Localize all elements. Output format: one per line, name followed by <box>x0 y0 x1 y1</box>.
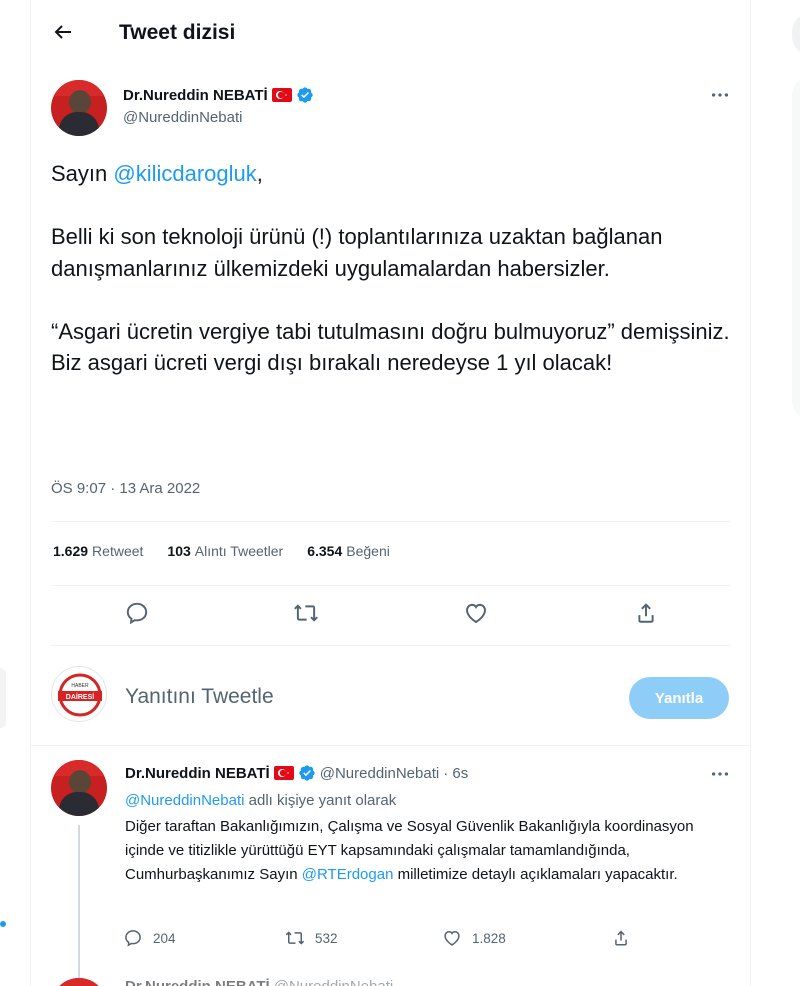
back-arrow-icon[interactable] <box>51 20 75 44</box>
like-stat[interactable]: 6.354 Beğeni <box>307 543 390 559</box>
tweet-paragraph-3: “Asgari ücretin vergiye tabi tutulmasını… <box>51 318 730 376</box>
reply-icon <box>125 930 141 947</box>
more-options-icon[interactable] <box>709 84 731 106</box>
reply-avatar[interactable] <box>51 760 107 816</box>
thread-connector <box>78 825 80 980</box>
replying-to: @NureddinNebati adlı kişiye yanıt olarak <box>125 792 397 809</box>
quote-stat[interactable]: 103 Alıntı Tweetler <box>167 543 283 559</box>
turkey-flag-icon <box>273 766 294 780</box>
reply-composer: HABER DAİRESİ Yanıtını Tweetle Yanıtla <box>31 660 750 740</box>
tweet-paragraph-1: Sayın @kilicdarogluk, <box>51 161 263 186</box>
svg-text:DAİRESİ: DAİRESİ <box>66 693 94 701</box>
reply-count: 204 <box>153 930 176 946</box>
reply-time[interactable]: · 6s <box>443 765 468 782</box>
tweet-paragraph-2: Belli ki son teknoloji ürünü (!) toplant… <box>51 224 663 281</box>
tweet-timestamp[interactable]: ÖS 9:07 · 13 Ara 2022 <box>51 480 200 497</box>
next-author-name[interactable]: Dr.Nureddin NEBATİ <box>125 978 270 986</box>
retweet-icon <box>285 931 305 945</box>
user-avatar[interactable]: HABER DAİRESİ <box>51 666 107 722</box>
more-options-icon[interactable] <box>709 763 731 785</box>
author-handle[interactable]: @NureddinNebati <box>123 109 242 126</box>
retweet-stat[interactable]: 1.629 Retweet <box>53 543 143 559</box>
tweet-actions <box>31 600 750 630</box>
like-icon[interactable] <box>463 600 489 626</box>
mention-link[interactable]: @kilicdarogluk <box>113 161 256 186</box>
retweet-count: 532 <box>315 930 338 946</box>
tweet-text: Sayın @kilicdarogluk, Belli ki son tekno… <box>51 158 731 410</box>
retweet-icon[interactable] <box>293 600 319 626</box>
author-name[interactable]: Dr.Nureddin NEBATİ <box>123 87 268 104</box>
next-avatar[interactable] <box>51 978 107 986</box>
next-author-handle[interactable]: @NureddinNebati <box>274 978 393 986</box>
reply-action[interactable]: 204 <box>123 928 176 948</box>
divider <box>31 745 750 746</box>
reply-author-handle[interactable]: @NureddinNebati <box>320 765 439 782</box>
retweet-action[interactable]: 532 <box>285 928 338 948</box>
reply-tweet-actions: 204 532 1.828 <box>31 928 750 952</box>
share-action[interactable] <box>611 928 631 948</box>
like-icon <box>444 930 460 946</box>
svg-text:HABER: HABER <box>71 683 89 689</box>
tweet-stats: 1.629 Retweet 103 Alıntı Tweetler 6.354 Beğ… <box>53 543 390 559</box>
divider <box>51 521 731 522</box>
divider <box>51 645 731 646</box>
reply-icon[interactable] <box>124 600 150 626</box>
share-icon[interactable] <box>633 600 659 626</box>
author-row: Dr.Nureddin NEBATİ <box>123 86 314 104</box>
avatar[interactable] <box>51 80 107 136</box>
verified-badge-icon <box>297 87 313 103</box>
reply-author-name[interactable]: Dr.Nureddin NEBATİ <box>125 765 270 782</box>
share-icon <box>615 930 627 946</box>
notification-dot <box>0 921 6 927</box>
page-header: Tweet dizisi <box>31 0 750 68</box>
tweet-thread-column: Tweet dizisi Dr.Nureddin NEBATİ @Nureddi… <box>30 0 751 986</box>
mention-link[interactable]: @RTErdogan <box>302 866 394 883</box>
turkey-flag-icon <box>271 88 292 102</box>
reply-author-row: Dr.Nureddin NEBATİ @NureddinNebati · 6s <box>125 764 468 782</box>
like-action[interactable]: 1.828 <box>442 928 506 948</box>
trends-card <box>792 78 800 418</box>
reply-button[interactable]: Yanıtla <box>629 677 729 719</box>
page-title: Tweet dizisi <box>119 21 236 44</box>
search-box[interactable] <box>792 12 800 56</box>
right-sidebar <box>784 0 800 986</box>
left-sidebar-edge <box>0 668 6 728</box>
reply-input[interactable]: Yanıtını Tweetle <box>125 685 274 709</box>
reply-tweet-text: Diğer taraftan Bakanlığımızın, Çalışma v… <box>125 818 694 883</box>
next-author-row: Dr.Nureddin NEBATİ @NureddinNebati <box>125 978 393 986</box>
like-count: 1.828 <box>472 930 506 946</box>
verified-badge-icon <box>299 765 315 781</box>
divider <box>51 585 731 586</box>
replying-to-mention[interactable]: @NureddinNebati <box>125 792 244 809</box>
